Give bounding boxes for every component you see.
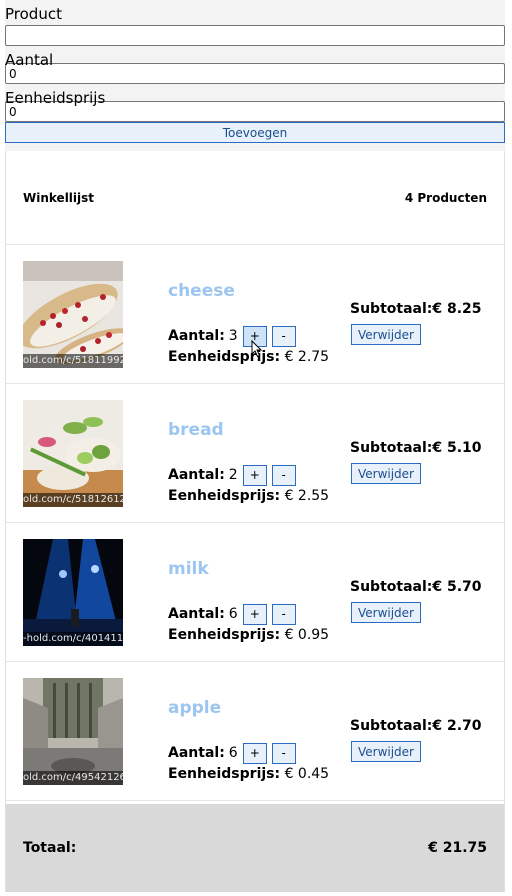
- unitprice-row: Eenheidsprijs: € 2.75: [168, 349, 329, 365]
- list-item: -hold.com/c/401411491 milk Aantal: 6 + -…: [6, 523, 504, 662]
- product-image: old.com/c/51812612585: [23, 400, 123, 507]
- total-value: € 21.75: [428, 840, 487, 856]
- list-item: old.com/c/51811992703 cheese Aantal: 3 +…: [6, 245, 504, 384]
- quantity-value: 6: [228, 745, 238, 761]
- list-item: old.com/c/51812612585 bread Aantal: 2 + …: [6, 384, 504, 523]
- unitprice-label: Eenheidsprijs: [5, 89, 106, 107]
- quantity-label: Aantal:: [168, 467, 225, 483]
- subtotal-label: Subtotaal:: [350, 579, 433, 595]
- quantity-label: Aantal:: [168, 606, 225, 622]
- unitprice-value: € 2.75: [284, 349, 330, 365]
- unitprice-label: Eenheidsprijs:: [168, 766, 281, 782]
- decrease-button[interactable]: -: [271, 603, 296, 625]
- product-name: milk: [168, 559, 209, 579]
- increase-button[interactable]: +: [242, 464, 267, 486]
- unitprice-value: € 2.55: [284, 488, 330, 504]
- unitprice-row: Eenheidsprijs: € 0.45: [168, 766, 329, 782]
- increase-button[interactable]: +: [242, 603, 267, 625]
- shopping-app: Product Aantal Eenheidsprijs Toevoegen W…: [5, 0, 505, 892]
- total-bar: Totaal: € 21.75: [6, 804, 504, 892]
- quantity-value: 6: [228, 606, 238, 622]
- subtotal-value: € 5.70: [432, 579, 482, 595]
- product-name: bread: [168, 420, 224, 440]
- quantity-row: Aantal: 6 + -: [168, 742, 301, 764]
- subtotal-value: € 2.70: [432, 718, 482, 734]
- unitprice-label: Eenheidsprijs:: [168, 349, 281, 365]
- unitprice-value: € 0.45: [284, 766, 330, 782]
- subtotal: Subtotaal:€ 2.70: [350, 718, 482, 734]
- product-input[interactable]: [5, 25, 505, 46]
- subtotal: Subtotaal:€ 5.10: [350, 440, 482, 456]
- shopping-list: Winkellijst 4 Producten old.com/c/518119…: [5, 151, 505, 892]
- remove-button[interactable]: Verwijder: [351, 324, 421, 345]
- quantity-label: Aantal: [5, 51, 54, 69]
- subtotal-label: Subtotaal:: [350, 440, 433, 456]
- list-item: old.com/c/49542126793 apple Aantal: 6 + …: [6, 662, 504, 801]
- quantity-row: Aantal: 3 + -: [168, 325, 301, 347]
- product-label: Product: [5, 5, 62, 23]
- image-caption: -hold.com/c/401411491: [23, 632, 123, 646]
- subtotal-label: Subtotaal:: [350, 301, 433, 317]
- product-image: -hold.com/c/401411491: [23, 539, 123, 646]
- decrease-button[interactable]: -: [271, 742, 296, 764]
- decrease-button[interactable]: -: [271, 464, 296, 486]
- subtotal: Subtotaal:€ 5.70: [350, 579, 482, 595]
- image-caption: old.com/c/51812612585: [23, 493, 123, 507]
- product-name: apple: [168, 698, 222, 718]
- unitprice-label: Eenheidsprijs:: [168, 488, 281, 504]
- increase-button[interactable]: +: [242, 742, 267, 764]
- product-image: old.com/c/51811992703: [23, 261, 123, 368]
- unitprice-label: Eenheidsprijs:: [168, 627, 281, 643]
- add-button[interactable]: Toevoegen: [5, 122, 505, 143]
- quantity-label: Aantal:: [168, 745, 225, 761]
- image-caption: old.com/c/51811992703: [23, 354, 123, 368]
- subtotal-value: € 5.10: [432, 440, 482, 456]
- subtotal-label: Subtotaal:: [350, 718, 433, 734]
- quantity-value: 3: [228, 328, 238, 344]
- quantity-row: Aantal: 2 + -: [168, 464, 301, 486]
- quantity-row: Aantal: 6 + -: [168, 603, 301, 625]
- remove-button[interactable]: Verwijder: [351, 741, 421, 762]
- decrease-button[interactable]: -: [271, 325, 296, 347]
- product-count: 4 Producten: [404, 190, 487, 205]
- image-caption: old.com/c/49542126793: [23, 771, 123, 785]
- unitprice-row: Eenheidsprijs: € 0.95: [168, 627, 329, 643]
- list-title: Winkellijst: [23, 190, 95, 205]
- list-header: Winkellijst 4 Producten: [6, 151, 504, 245]
- unitprice-value: € 0.95: [284, 627, 330, 643]
- quantity-label: Aantal:: [168, 328, 225, 344]
- subtotal-value: € 8.25: [432, 301, 482, 317]
- unitprice-row: Eenheidsprijs: € 2.55: [168, 488, 329, 504]
- quantity-input[interactable]: [5, 63, 505, 84]
- subtotal: Subtotaal:€ 8.25: [350, 301, 482, 317]
- quantity-value: 2: [228, 467, 238, 483]
- remove-button[interactable]: Verwijder: [351, 463, 421, 484]
- increase-button[interactable]: +: [242, 325, 267, 347]
- total-label: Totaal:: [23, 840, 77, 856]
- product-name: cheese: [168, 281, 235, 301]
- product-image: old.com/c/49542126793: [23, 678, 123, 785]
- remove-button[interactable]: Verwijder: [351, 602, 421, 623]
